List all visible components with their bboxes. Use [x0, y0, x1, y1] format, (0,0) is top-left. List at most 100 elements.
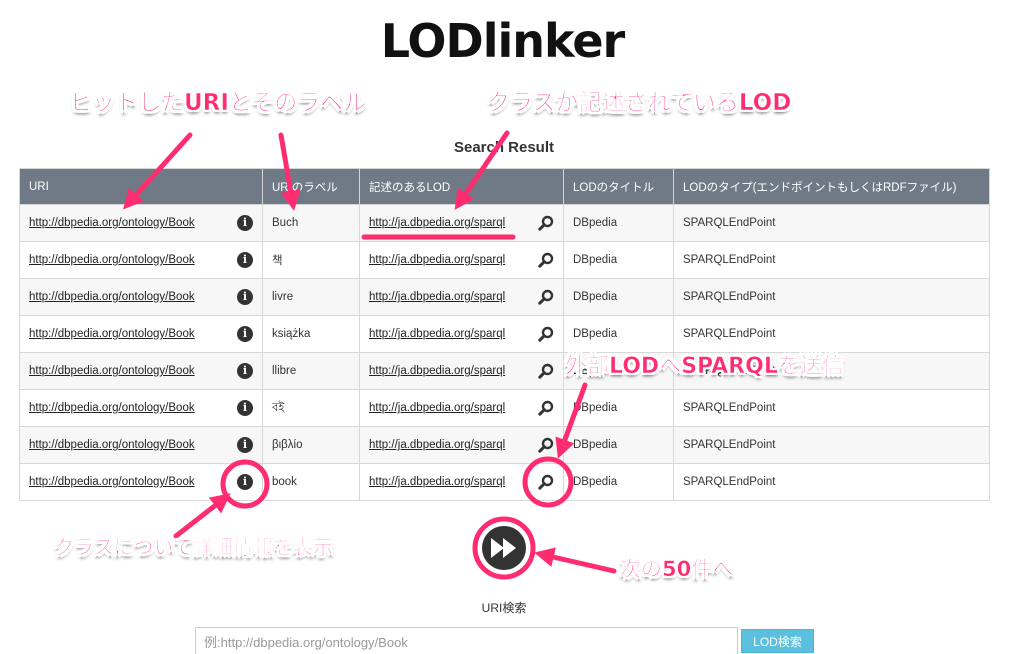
header-lod-title: LODのタイトル — [563, 168, 674, 205]
lod-title-cell: DBpedia — [563, 426, 674, 464]
table-row: http://dbpedia.org/ontology/Book i বই http:… — [19, 389, 990, 427]
lod-title-cell: DBpedia — [563, 278, 674, 316]
lod-cell: http://ja.dbpedia.org/sparql — [359, 204, 564, 242]
uri-link[interactable]: http://dbpedia.org/ontology/Book — [29, 328, 195, 340]
lod-title-cell: DBpedia — [563, 389, 674, 427]
info-icon[interactable]: i — [237, 326, 253, 342]
label-cell: বই — [262, 389, 360, 427]
uri-link[interactable]: http://dbpedia.org/ontology/Book — [29, 365, 195, 377]
table-row: http://dbpedia.org/ontology/Book i 책 http:/… — [19, 241, 990, 279]
lod-link[interactable]: http://ja.dbpedia.org/sparql — [369, 365, 505, 377]
lod-cell: http://ja.dbpedia.org/sparql — [359, 352, 564, 390]
lod-cell: http://ja.dbpedia.org/sparql — [359, 278, 564, 316]
uri-link[interactable]: http://dbpedia.org/ontology/Book — [29, 254, 195, 266]
uri-cell: http://dbpedia.org/ontology/Book i — [19, 463, 263, 501]
table-caption: Search Result — [453, 139, 555, 156]
info-icon[interactable]: i — [237, 474, 253, 490]
info-icon[interactable]: i — [237, 363, 253, 379]
header-uri-label: URIのラベル — [262, 168, 360, 205]
search-icon[interactable] — [538, 437, 554, 453]
search-icon[interactable] — [538, 363, 554, 379]
lod-search-button[interactable]: LOD検索 — [741, 629, 814, 653]
table-row: http://dbpedia.org/ontology/Book i książka… — [19, 315, 990, 353]
lod-link[interactable]: http://ja.dbpedia.org/sparql — [369, 254, 505, 266]
results-table: URI URIのラベル 記述のあるLOD LODのタイトル LODのタイプ(エン… — [19, 168, 990, 501]
results-body: http://dbpedia.org/ontology/Book i Buch htt… — [19, 204, 990, 501]
lod-cell: http://ja.dbpedia.org/sparql — [359, 463, 564, 501]
lod-link[interactable]: http://ja.dbpedia.org/sparql — [369, 402, 505, 414]
annotation-class-info: クラスについて詳細情報を表示 — [54, 535, 334, 559]
lod-type-cell: SPARQLEndPoint — [673, 204, 990, 242]
uri-link[interactable]: http://dbpedia.org/ontology/Book — [29, 439, 195, 451]
lod-type-cell: SPARQLEndPoint — [673, 463, 990, 501]
lod-cell: http://ja.dbpedia.org/sparql — [359, 389, 564, 427]
uri-cell: http://dbpedia.org/ontology/Book i — [19, 389, 263, 427]
lod-link[interactable]: http://ja.dbpedia.org/sparql — [369, 476, 505, 488]
info-icon[interactable]: i — [237, 215, 253, 231]
uri-search-label: URI検索 — [481, 601, 527, 615]
uri-cell: http://dbpedia.org/ontology/Book i — [19, 352, 263, 390]
search-icon[interactable] — [538, 215, 554, 231]
annotation-hit-uri: ヒットしたURIとそのラベル — [69, 90, 367, 116]
table-row: http://dbpedia.org/ontology/Book i llibre h… — [19, 352, 990, 390]
table-row: http://dbpedia.org/ontology/Book i Buch htt… — [19, 204, 990, 242]
label-cell: βιβλίο — [262, 426, 360, 464]
uri-cell: http://dbpedia.org/ontology/Book i — [19, 315, 263, 353]
lod-title-cell: DBpedia — [563, 463, 674, 501]
label-cell: llibre — [262, 352, 360, 390]
info-icon[interactable]: i — [237, 437, 253, 453]
fast-forward-icon — [491, 538, 516, 558]
lod-link[interactable]: http://ja.dbpedia.org/sparql — [369, 217, 505, 229]
uri-search-input[interactable] — [195, 627, 738, 654]
table-header-row: URI URIのラベル 記述のあるLOD LODのタイトル LODのタイプ(エン… — [19, 168, 990, 205]
annotation-next-50: 次の50件へ — [620, 557, 734, 581]
search-icon[interactable] — [538, 400, 554, 416]
info-icon[interactable]: i — [237, 289, 253, 305]
lod-cell: http://ja.dbpedia.org/sparql — [359, 315, 564, 353]
arrow-to-next-button — [534, 547, 617, 574]
search-icon[interactable] — [538, 289, 554, 305]
lod-cell: http://ja.dbpedia.org/sparql — [359, 241, 564, 279]
label-cell: livre — [262, 278, 360, 316]
lod-title-cell: DBpedia — [563, 241, 674, 279]
label-cell: Buch — [262, 204, 360, 242]
lod-title-cell: DBpedia — [563, 204, 674, 242]
search-icon[interactable] — [538, 326, 554, 342]
annotation-send-sparql: 外部LODへSPARQLを送信 — [565, 354, 844, 379]
uri-link[interactable]: http://dbpedia.org/ontology/Book — [29, 476, 195, 488]
header-lod: 記述のあるLOD — [359, 168, 564, 205]
info-icon[interactable]: i — [237, 252, 253, 268]
lod-type-cell: SPARQLEndPoint — [673, 315, 990, 353]
lod-type-cell: SPARQLEndPoint — [673, 426, 990, 464]
header-lod-type: LODのタイプ(エンドポイントもしくはRDFファイル) — [673, 168, 990, 205]
lod-link[interactable]: http://ja.dbpedia.org/sparql — [369, 291, 505, 303]
table-row: http://dbpedia.org/ontology/Book i book htt… — [19, 463, 990, 501]
uri-cell: http://dbpedia.org/ontology/Book i — [19, 278, 263, 316]
label-cell: 책 — [262, 241, 360, 279]
lod-type-cell: SPARQLEndPoint — [673, 278, 990, 316]
search-icon[interactable] — [538, 474, 554, 490]
label-cell: książka — [262, 315, 360, 353]
arrow-to-info-icon — [173, 493, 231, 539]
lod-cell: http://ja.dbpedia.org/sparql — [359, 426, 564, 464]
uri-cell: http://dbpedia.org/ontology/Book i — [19, 241, 263, 279]
info-icon[interactable]: i — [237, 400, 253, 416]
table-row: http://dbpedia.org/ontology/Book i βιβλίο h… — [19, 426, 990, 464]
next-page-button[interactable] — [482, 526, 526, 570]
uri-cell: http://dbpedia.org/ontology/Book i — [19, 426, 263, 464]
table-row: http://dbpedia.org/ontology/Book i livre ht… — [19, 278, 990, 316]
lod-type-cell: SPARQLEndPoint — [673, 241, 990, 279]
uri-link[interactable]: http://dbpedia.org/ontology/Book — [29, 291, 195, 303]
search-icon[interactable] — [538, 252, 554, 268]
header-uri: URI — [19, 168, 263, 205]
lod-type-cell: SPARQLEndPoint — [673, 389, 990, 427]
lod-title-cell: DBpedia — [563, 315, 674, 353]
uri-link[interactable]: http://dbpedia.org/ontology/Book — [29, 217, 195, 229]
label-cell: book — [262, 463, 360, 501]
annotation-class-lod: クラスが記述されているLOD — [487, 90, 792, 116]
uri-cell: http://dbpedia.org/ontology/Book i — [19, 204, 263, 242]
lod-link[interactable]: http://ja.dbpedia.org/sparql — [369, 328, 505, 340]
app-title: LODlinker — [380, 14, 625, 68]
uri-link[interactable]: http://dbpedia.org/ontology/Book — [29, 402, 195, 414]
lod-link[interactable]: http://ja.dbpedia.org/sparql — [369, 439, 505, 451]
